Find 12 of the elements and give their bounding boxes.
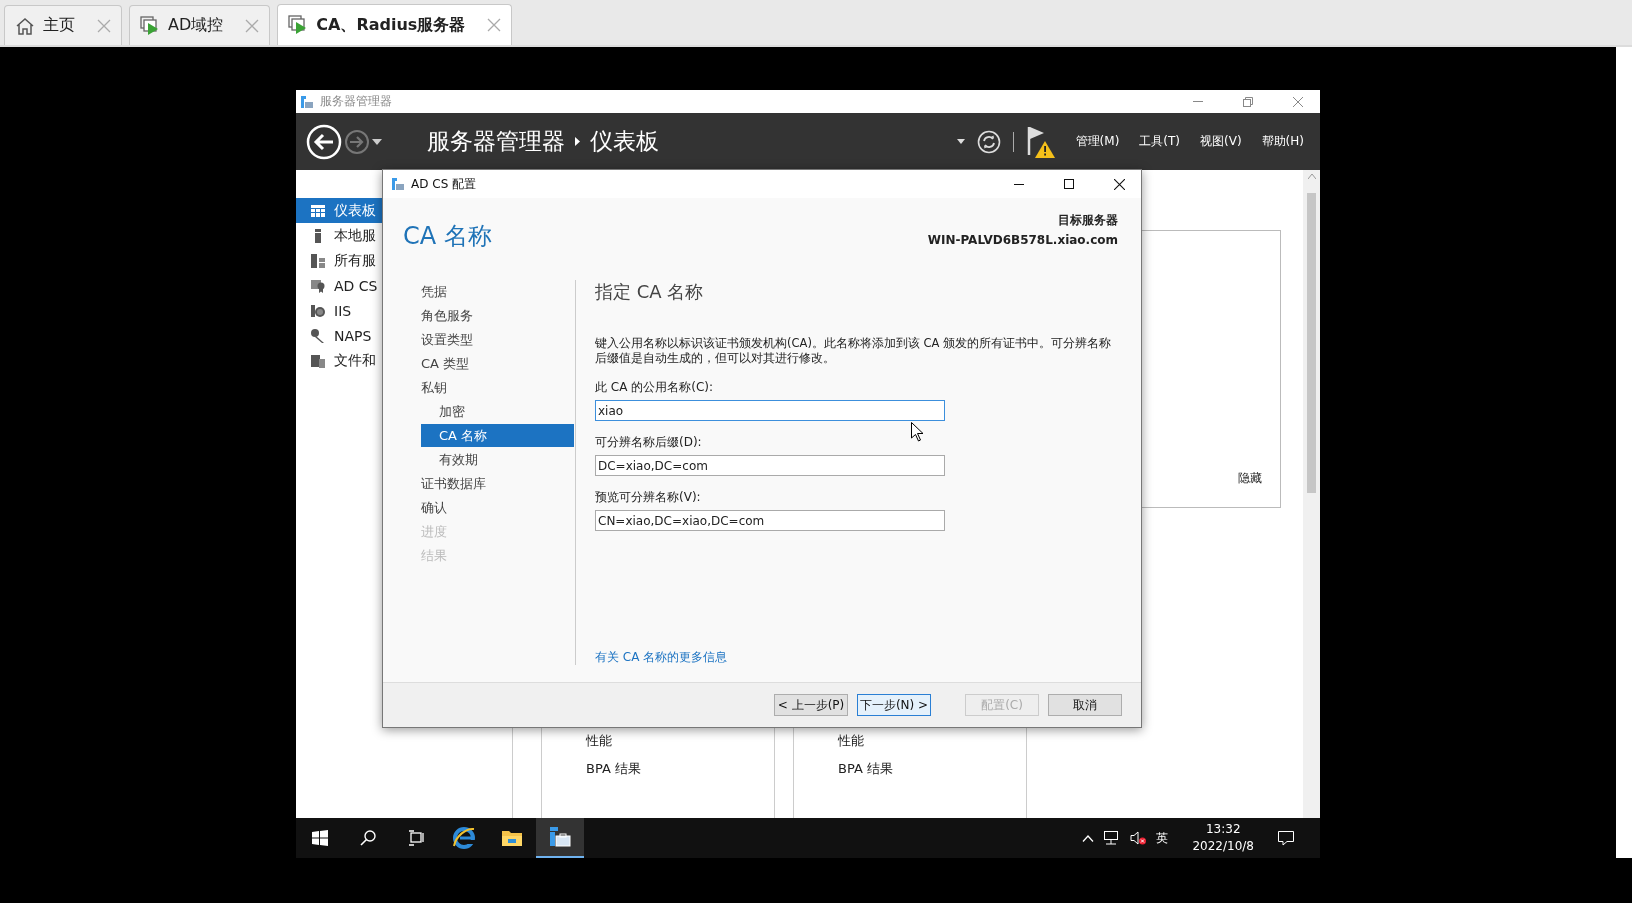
- dialog-title: AD CS 配置: [411, 175, 477, 193]
- target-server-label: 目标服务器: [1058, 212, 1118, 229]
- field-label: 预览可分辨名称(V):: [595, 490, 701, 504]
- field-label: 此 CA 的公用名称(C):: [595, 380, 713, 394]
- breadcrumb-item: 仪表板: [590, 127, 659, 156]
- field-label: 可分辨名称后缀(D):: [595, 435, 702, 449]
- section-title: 指定 CA 名称: [595, 280, 705, 304]
- description-text: 键入公用名称以标识该证书颁发机构(CA)。此名称将添加到该 CA 颁发的所有证书中。可分辨名称后缀值是自动生成的，但可以对其进行修改。: [595, 336, 1113, 366]
- window-title: 服务器管理器: [320, 93, 392, 110]
- breadcrumb-item: 服务器管理器: [427, 127, 565, 156]
- page-heading: CA 名称: [403, 221, 492, 252]
- target-server-name: WIN-PALVD6B578L.xiao.com: [927, 233, 1118, 247]
